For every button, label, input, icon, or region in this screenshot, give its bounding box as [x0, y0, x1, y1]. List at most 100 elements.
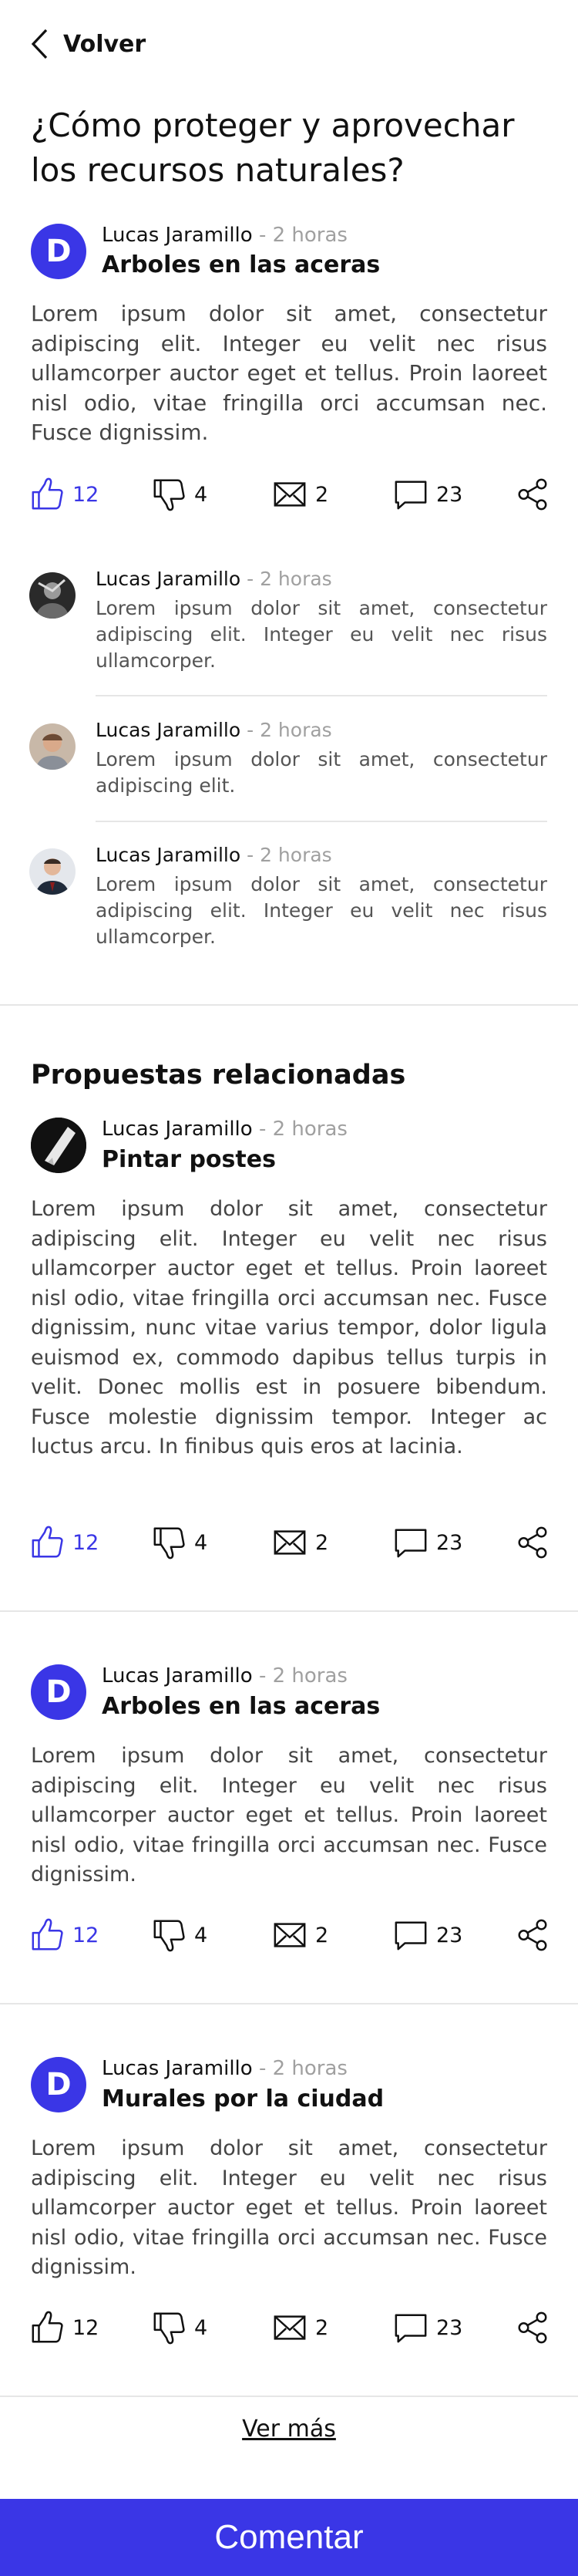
comment-bubble-icon: [393, 477, 428, 512]
avatar[interactable]: [31, 1118, 86, 1173]
message-button[interactable]: 2: [272, 475, 328, 514]
post-time: - 2 horas: [252, 2057, 348, 2080]
avatar[interactable]: D: [31, 224, 86, 279]
dislike-button[interactable]: 4: [151, 1916, 207, 1954]
dislike-count: 4: [194, 1923, 208, 1947]
avatar[interactable]: D: [31, 2057, 86, 2112]
comment-avatar[interactable]: [29, 572, 76, 619]
comments-button[interactable]: 23: [393, 2308, 462, 2347]
post-title: Pintar postes: [102, 1146, 276, 1173]
post-body: Lorem ipsum dolor sit amet, consectetur …: [31, 2136, 547, 2279]
post-meta: Lucas Jaramillo - 2 horas: [102, 224, 348, 247]
message-button[interactable]: 2: [272, 2308, 328, 2347]
avatar-photo: [29, 572, 76, 619]
author-name[interactable]: Lucas Jaramillo: [102, 224, 253, 247]
divider: [96, 821, 547, 822]
section-divider: [0, 1610, 578, 1612]
dislike-count: 4: [194, 482, 208, 507]
share-button[interactable]: [515, 1523, 550, 1562]
message-count: 2: [315, 2315, 329, 2340]
comment-meta: Lucas Jaramillo - 2 horas: [96, 719, 332, 741]
page-title: ¿Cómo proteger y aprovechar los recursos…: [31, 106, 515, 189]
post-body: Lorem ipsum dolor sit amet, consectetur …: [31, 1744, 547, 1886]
thumbs-up-icon: [29, 477, 65, 512]
like-button[interactable]: 12: [29, 1916, 99, 1954]
share-button[interactable]: [515, 475, 550, 514]
share-button[interactable]: [515, 1916, 550, 1954]
message-count: 2: [315, 1923, 329, 1947]
thumbs-up-icon: [29, 1917, 65, 1953]
avatar-photo: [29, 848, 76, 895]
post-time: - 2 horas: [252, 224, 348, 247]
share-icon: [515, 1917, 550, 1953]
dislike-button[interactable]: 4: [151, 2308, 207, 2347]
post-body: Lorem ipsum dolor sit amet, consectetur …: [31, 301, 547, 445]
author-name[interactable]: Lucas Jaramillo: [102, 1118, 253, 1141]
divider: [96, 695, 547, 696]
comment-bubble-icon: [393, 1917, 428, 1953]
post-time: - 2 horas: [252, 1118, 348, 1141]
comment-count: 23: [436, 1530, 463, 1555]
comments-button[interactable]: 23: [393, 475, 462, 514]
comment-avatar[interactable]: [29, 723, 76, 770]
post-actions: 12 4 2 23: [29, 475, 550, 514]
envelope-icon: [272, 477, 307, 512]
post-meta: Lucas Jaramillo - 2 horas: [102, 1118, 348, 1141]
message-button[interactable]: 2: [272, 1916, 328, 1954]
author-name[interactable]: Lucas Jaramillo: [102, 2057, 253, 2080]
comment-count: 23: [436, 1923, 463, 1947]
comment-bubble-icon: [393, 1525, 428, 1560]
like-button[interactable]: 12: [29, 1523, 99, 1562]
comment-avatar[interactable]: [29, 848, 76, 895]
thumbs-down-icon: [151, 2310, 187, 2345]
comment-bubble-icon: [393, 2310, 428, 2345]
thumbs-down-icon: [151, 1917, 187, 1953]
like-count: 12: [72, 1923, 99, 1947]
comment-author[interactable]: Lucas Jaramillo: [96, 719, 240, 741]
like-button[interactable]: 12: [29, 2308, 99, 2347]
thumbs-up-icon: [29, 2310, 65, 2345]
comment-text: Lorem ipsum dolor sit amet, consectetur …: [96, 748, 547, 797]
thumbs-up-icon: [29, 1525, 65, 1560]
comment-text: Lorem ipsum dolor sit amet, consectetur …: [96, 597, 547, 672]
comments-button[interactable]: 23: [393, 1523, 462, 1562]
post-title: Murales por la ciudad: [102, 2085, 385, 2112]
comment-text: Lorem ipsum dolor sit amet, consectetur …: [96, 873, 547, 948]
post-meta: Lucas Jaramillo - 2 horas: [102, 1664, 348, 1688]
comment-time: - 2 horas: [240, 568, 332, 590]
share-icon: [515, 477, 550, 512]
post-title: Arboles en las aceras: [102, 251, 381, 278]
thumbs-down-icon: [151, 477, 187, 512]
back-button[interactable]: Volver: [29, 26, 146, 62]
avatar-photo: [29, 723, 76, 770]
comment-author[interactable]: Lucas Jaramillo: [96, 568, 240, 590]
comment-count: 23: [436, 482, 463, 507]
dislike-button[interactable]: 4: [151, 1523, 207, 1562]
chevron-left-icon: [31, 29, 48, 59]
author-name[interactable]: Lucas Jaramillo: [102, 1664, 253, 1688]
comment-count: 23: [436, 2315, 463, 2340]
dislike-count: 4: [194, 2315, 208, 2340]
share-icon: [515, 1525, 550, 1560]
comment-meta: Lucas Jaramillo - 2 horas: [96, 844, 332, 866]
dislike-button[interactable]: 4: [151, 475, 207, 514]
post-actions: 12 4 2 23: [29, 1916, 550, 1954]
section-divider: [0, 1004, 578, 1006]
comment-time: - 2 horas: [240, 719, 332, 741]
like-count: 12: [72, 482, 99, 507]
like-count: 12: [72, 1530, 99, 1555]
comments-button[interactable]: 23: [393, 1916, 462, 1954]
avatar[interactable]: D: [31, 1664, 86, 1720]
comment-button[interactable]: Comentar: [0, 2499, 578, 2576]
like-button[interactable]: 12: [29, 475, 99, 514]
share-button[interactable]: [515, 2308, 550, 2347]
post-title: Arboles en las aceras: [102, 1693, 381, 1720]
message-count: 2: [315, 1530, 329, 1555]
see-more-link[interactable]: Ver más: [0, 2416, 578, 2443]
avatar-photo: [31, 1118, 86, 1173]
comment-author[interactable]: Lucas Jaramillo: [96, 844, 240, 866]
post-time: - 2 horas: [252, 1664, 348, 1688]
comment-time: - 2 horas: [240, 844, 332, 866]
message-button[interactable]: 2: [272, 1523, 328, 1562]
thumbs-down-icon: [151, 1525, 187, 1560]
